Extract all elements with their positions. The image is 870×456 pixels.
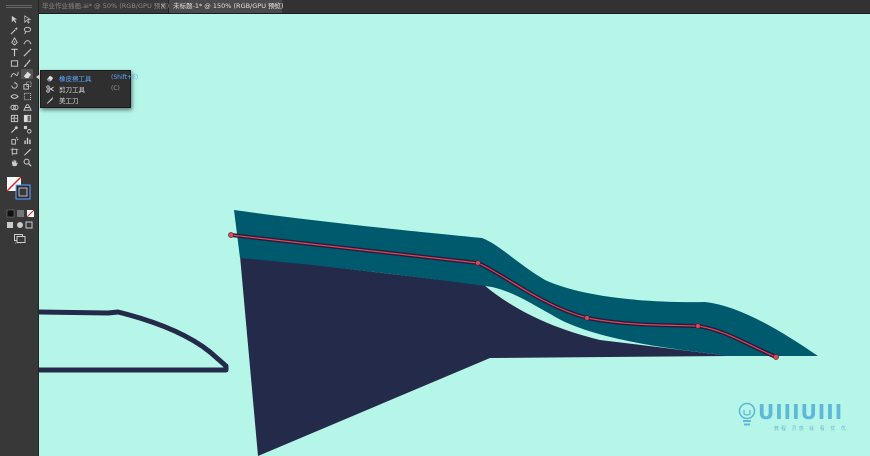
width-icon[interactable] — [8, 91, 20, 101]
lasso-icon[interactable] — [21, 25, 33, 35]
flyout-item-label: 剪刀工具 — [59, 85, 85, 94]
close-icon[interactable]: × — [160, 0, 166, 13]
flyout-item-knife[interactable]: 美工刀 — [41, 94, 130, 105]
flyout-item-label: 橡皮擦工具 — [59, 74, 92, 83]
eraser-icon — [45, 73, 55, 82]
rotate-icon[interactable] — [8, 80, 20, 90]
eraser-tools-flyout: 橡皮擦工具 (Shift+E) 剪刀工具 (C) 美工刀 — [36, 70, 138, 108]
flyout-item-scissors[interactable]: 剪刀工具 (C) — [41, 83, 130, 94]
mesh-icon[interactable] — [8, 113, 20, 123]
free-transform-icon[interactable] — [21, 91, 33, 101]
tab-document-2[interactable]: 未标题-1* @ 150% (RGB/GPU 预览) × — [169, 0, 284, 13]
direct-selection-icon[interactable] — [21, 14, 33, 24]
outline-shape — [39, 309, 229, 373]
flyout-item-shortcut: (C) — [111, 85, 120, 92]
knife-icon — [45, 95, 55, 104]
tab-document-2-label: 未标题-1* @ 150% (RGB/GPU 预览) — [173, 2, 284, 10]
anchor-point — [584, 315, 590, 321]
selection-icon[interactable] — [8, 14, 20, 24]
shape-builder-icon[interactable] — [8, 102, 20, 112]
flyout-item-label: 美工刀 — [59, 96, 79, 105]
anchor-point — [475, 260, 481, 266]
curvature-icon[interactable] — [21, 36, 33, 46]
hand-icon[interactable] — [8, 157, 20, 167]
zoom-icon[interactable] — [21, 157, 33, 167]
flyout-item-shortcut: (Shift+E) — [111, 74, 139, 81]
lightbulb-icon — [738, 402, 756, 426]
shaper-icon[interactable] — [8, 69, 20, 79]
line-icon[interactable] — [21, 47, 33, 57]
column-graph-icon[interactable] — [21, 135, 33, 145]
artwork — [39, 210, 818, 456]
blend-icon[interactable] — [21, 124, 33, 134]
flyout-arrow-icon — [36, 74, 40, 80]
document-tab-bar: 毕业作业插画.ai* @ 50% (RGB/GPU 预览) 未标题-1* @ 1… — [0, 0, 870, 14]
perspective-grid-icon[interactable] — [21, 102, 33, 112]
watermark-subtext: 教程 灵感 就 看 优 优 — [774, 426, 848, 432]
artboard-icon[interactable] — [8, 146, 20, 156]
type-icon[interactable] — [8, 47, 20, 57]
tab-document-1-label: 毕业作业插画.ai* @ 50% (RGB/GPU 预览) — [42, 2, 170, 10]
flyout-item-eraser[interactable]: 橡皮擦工具 (Shift+E) — [41, 72, 138, 83]
pen-icon[interactable] — [8, 36, 20, 46]
eraser-icon[interactable] — [21, 69, 33, 79]
slice-icon[interactable] — [21, 146, 33, 156]
rectangle-icon[interactable] — [8, 58, 20, 68]
tab-document-1[interactable]: 毕业作业插画.ai* @ 50% (RGB/GPU 预览) — [38, 0, 169, 13]
magic-wand-icon[interactable] — [8, 25, 20, 35]
gradient-icon[interactable] — [21, 113, 33, 123]
more-tools-button[interactable]: ··· — [14, 240, 22, 248]
watermark-text: UIIIUIII — [758, 400, 844, 424]
anchor-point — [228, 232, 234, 238]
artboard-canvas[interactable]: UIIIUIII 教程 灵感 就 看 优 优 — [39, 14, 870, 456]
symbol-sprayer-icon[interactable] — [8, 135, 20, 145]
eyedropper-icon[interactable] — [8, 124, 20, 134]
scale-icon[interactable] — [21, 80, 33, 90]
watermark-logo: UIIIUIII 教程 灵感 就 看 优 优 — [738, 400, 858, 436]
panel-grip-icon[interactable] — [6, 3, 32, 9]
tools-panel: ··· — [0, 0, 39, 456]
anchor-point — [773, 354, 779, 360]
paintbrush-icon[interactable] — [21, 58, 33, 68]
scissors-icon — [45, 84, 55, 93]
close-icon[interactable]: × — [272, 0, 278, 13]
anchor-point — [695, 323, 701, 329]
fill-stroke-swatches[interactable] — [6, 176, 34, 202]
